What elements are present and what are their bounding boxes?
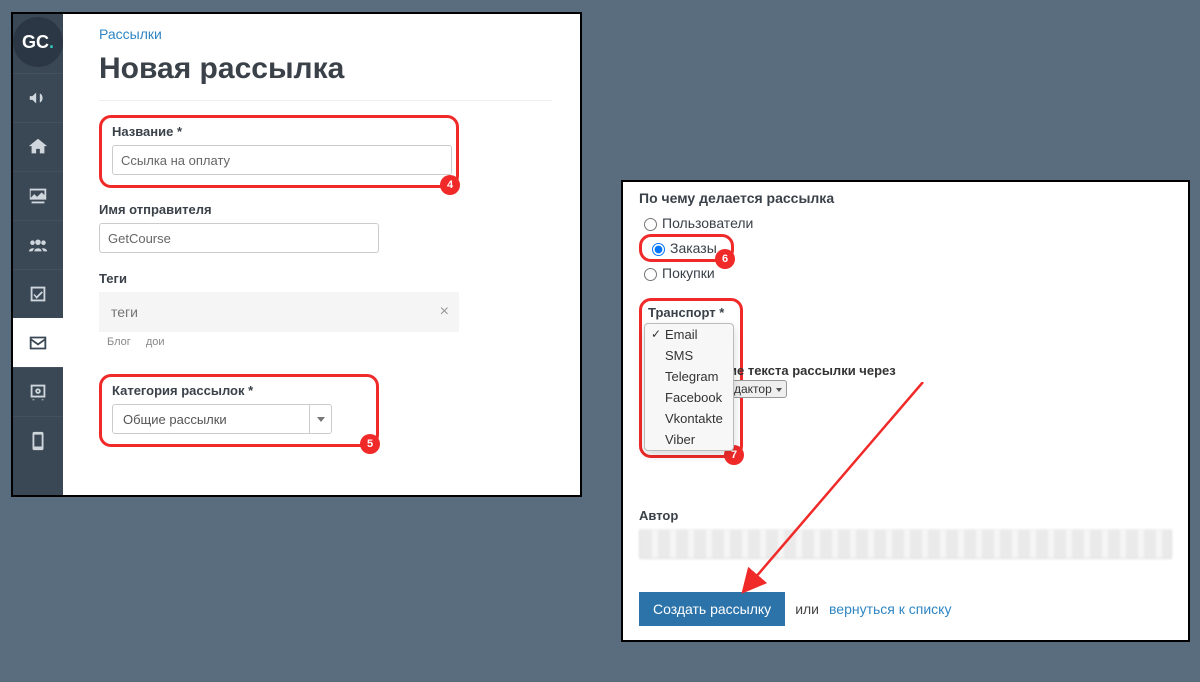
transport-opt-email[interactable]: Email [645,324,733,345]
basis-opt-label: Заказы [670,240,717,256]
sidebar-chart-icon[interactable] [13,171,63,220]
sidebar-safe-icon[interactable] [13,367,63,416]
transport-label: Транспорт * [648,305,734,320]
tags-input-wrap[interactable]: × [99,292,459,332]
highlight-transport: Транспорт * Email SMS Telegram Facebook … [639,298,743,458]
badge-6: 6 [715,249,735,269]
highlight-orders: Заказы 6 [639,234,734,262]
sidebar-home-icon[interactable] [13,122,63,171]
transport-opt-vkontakte[interactable]: Vkontakte [645,408,733,429]
back-link[interactable]: вернуться к списку [829,601,951,617]
radio-orders[interactable] [652,243,665,256]
edit-hint-row: ие текста рассылки через дактор [729,363,896,398]
badge-4: 4 [440,175,460,195]
sidebar: GC. [13,14,63,495]
basis-group: Пользователи Заказы 6 Покупки [639,212,1172,284]
highlight-name: Название * 4 [99,115,459,188]
form-area: Рассылки Новая рассылка Название * 4 Имя… [63,14,580,495]
panel-left: GC. Рассылки Новая рассылка Назв [11,12,582,497]
transport-opt-sms[interactable]: SMS [645,345,733,366]
author-label: Автор [639,508,1172,523]
panel-right: По чему делается рассылка Пользователи З… [621,180,1190,642]
badge-5: 5 [360,434,380,454]
category-value: Общие рассылки [123,412,227,427]
chevron-down-icon [309,405,331,433]
category-select[interactable]: Общие рассылки [112,404,332,434]
highlight-category: Категория рассылок * Общие рассылки 5 [99,374,379,447]
author-input-blurred[interactable] [639,529,1172,559]
basis-opt-label: Покупки [662,265,715,281]
logo-text: GC. [22,32,54,53]
tags-clear-icon[interactable]: × [440,303,449,321]
sidebar-check-icon[interactable] [13,269,63,318]
name-label: Название * [112,124,446,139]
tags-label: Теги [99,271,552,286]
sender-input[interactable] [99,223,379,253]
create-button[interactable]: Создать рассылку [639,592,785,626]
tag-suggestions: Блог дои [107,336,552,348]
sender-label: Имя отправителя [99,202,552,217]
tag-suggestion[interactable]: Блог [107,336,131,348]
or-text: или [795,601,819,617]
basis-opt-users[interactable]: Пользователи [639,215,1172,231]
transport-dropdown[interactable]: Email SMS Telegram Facebook Vkontakte Vi… [644,323,734,451]
tag-suggestion[interactable]: дои [146,336,165,348]
transport-opt-facebook[interactable]: Facebook [645,387,733,408]
radio-users[interactable] [644,218,657,231]
category-label: Категория рассылок * [112,383,366,398]
transport-opt-telegram[interactable]: Telegram [645,366,733,387]
name-input[interactable] [112,145,452,175]
sidebar-mail-icon[interactable] [13,318,63,367]
edit-hint-text: ие текста рассылки через [729,363,896,378]
logo[interactable]: GC. [13,17,63,67]
footer-row: Создать рассылку или вернуться к списку [639,592,1172,626]
sidebar-phone-icon[interactable] [13,416,63,465]
basis-label: По чему делается рассылка [639,190,1172,206]
radio-purchases[interactable] [644,268,657,281]
basis-opt-orders[interactable]: Заказы [647,240,726,256]
sidebar-users-icon[interactable] [13,220,63,269]
breadcrumb[interactable]: Рассылки [99,26,552,42]
basis-opt-label: Пользователи [662,215,753,231]
sidebar-sound-icon[interactable] [13,73,63,122]
editor-select[interactable]: дактор [729,380,787,398]
transport-opt-viber[interactable]: Viber [645,429,733,450]
tags-input[interactable] [109,303,449,321]
page-title: Новая рассылка [99,52,552,101]
